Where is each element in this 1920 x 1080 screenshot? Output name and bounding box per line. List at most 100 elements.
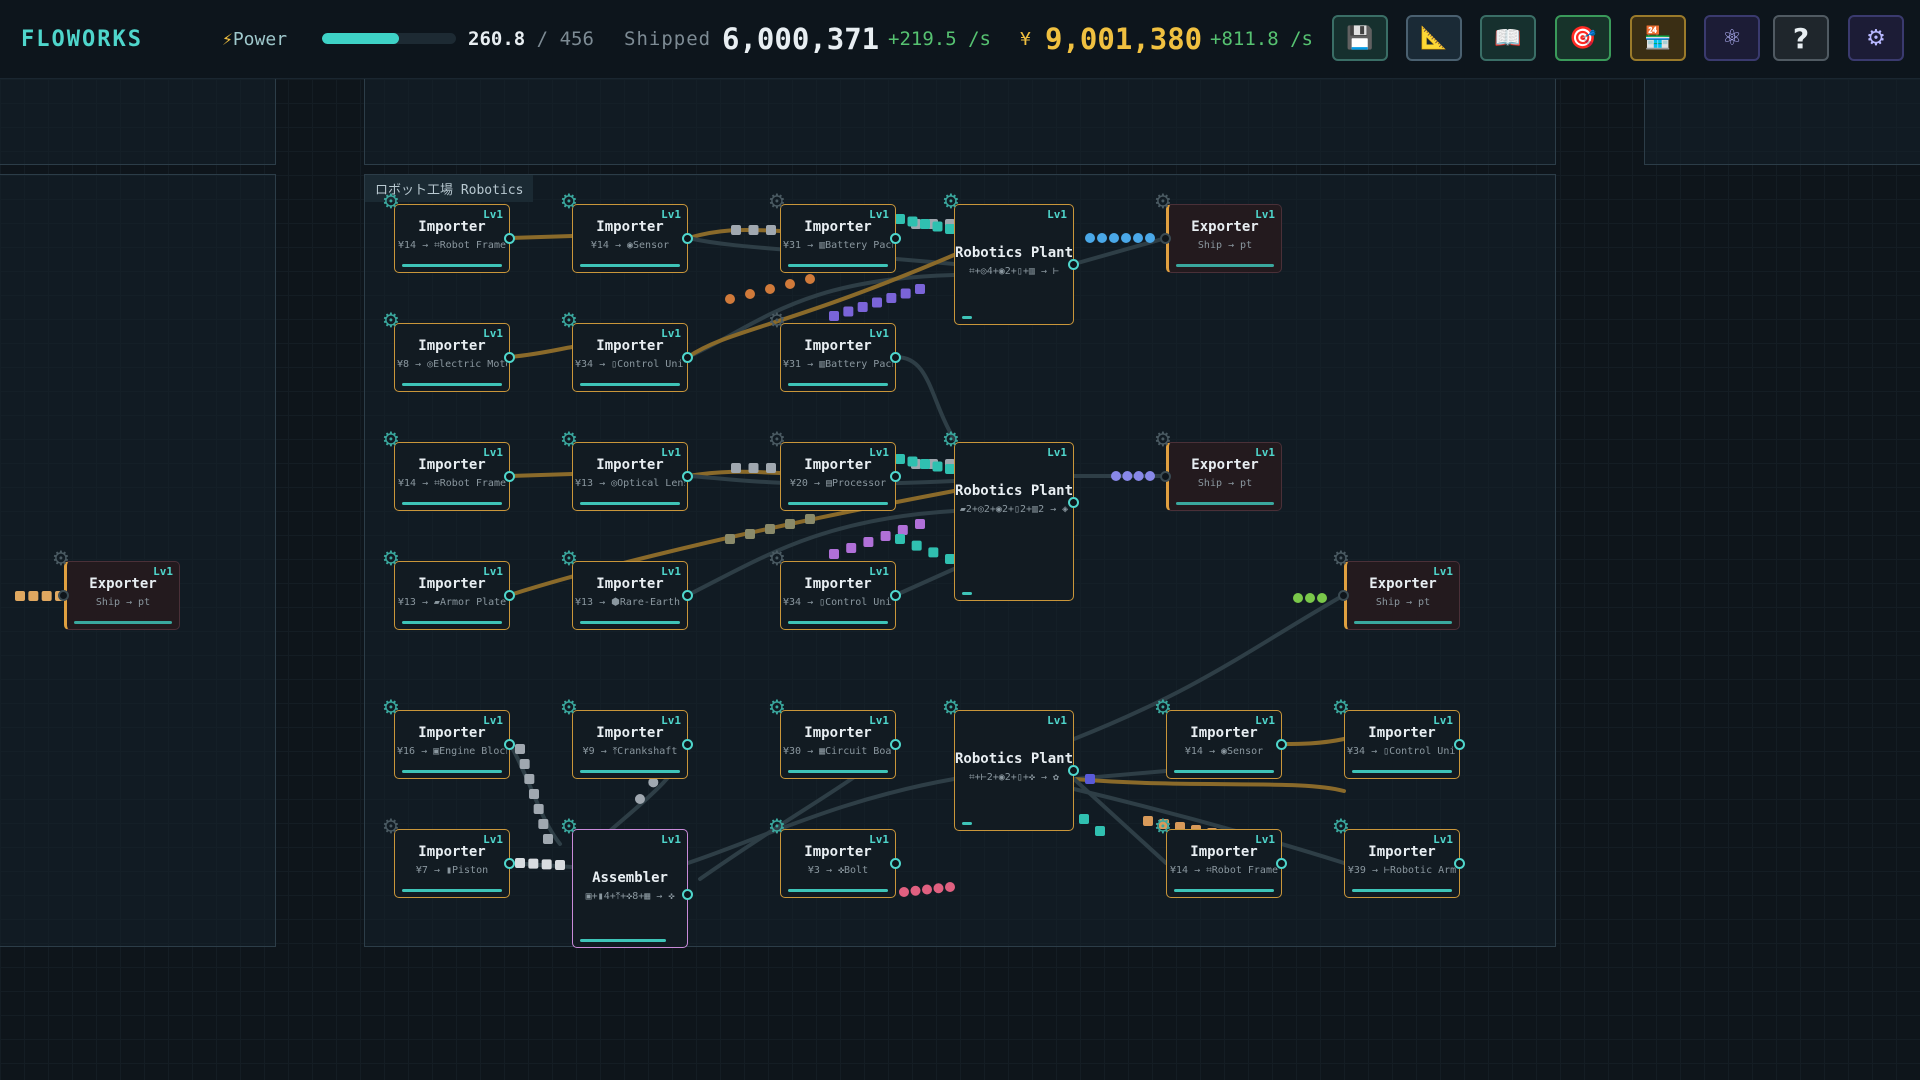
gear-icon[interactable]: ⚙ — [1332, 548, 1350, 568]
output-port[interactable] — [890, 233, 901, 244]
item-dot — [1079, 814, 1089, 824]
importer-node[interactable]: Lv1 Importer ¥14 → ⌗Robot Frame — [394, 204, 510, 273]
gear-icon[interactable]: ⚙ — [560, 429, 578, 449]
output-port[interactable] — [682, 352, 693, 363]
output-port[interactable] — [890, 739, 901, 750]
output-port[interactable] — [890, 590, 901, 601]
importer-node[interactable]: Lv1 Importer ¥9 → ⤒Crankshaft — [572, 710, 688, 779]
factory-canvas[interactable]: ロボット工場 Robotics Lv1 Importer ¥14 → ⌗Robot … — [0, 79, 1920, 1080]
gear-icon[interactable]: ⚙ — [1154, 697, 1172, 717]
output-port[interactable] — [1454, 739, 1465, 750]
importer-node[interactable]: Lv1 Importer ¥3 → ✜Bolt — [780, 829, 896, 898]
shop-button[interactable]: 🏪 — [1630, 15, 1686, 61]
output-port[interactable] — [1068, 765, 1079, 776]
output-port[interactable] — [682, 233, 693, 244]
output-port[interactable] — [682, 590, 693, 601]
item-dot — [765, 284, 775, 294]
gear-icon[interactable]: ⚙ — [560, 191, 578, 211]
importer-node[interactable]: Lv1 Importer ¥34 → ▯Control Unit — [780, 561, 896, 630]
item-dot — [915, 284, 925, 294]
gear-icon[interactable]: ⚙ — [1154, 816, 1172, 836]
importer-node[interactable]: Lv1 Importer ¥31 → ▥Battery Pack — [780, 323, 896, 392]
gear-icon[interactable]: ⚙ — [768, 816, 786, 836]
input-port[interactable] — [1160, 233, 1171, 244]
output-port[interactable] — [890, 858, 901, 869]
gear-icon[interactable]: ⚙ — [768, 191, 786, 211]
output-port[interactable] — [682, 889, 693, 900]
gear-icon[interactable]: ⚙ — [768, 697, 786, 717]
gear-icon[interactable]: ⚙ — [768, 310, 786, 330]
output-port[interactable] — [1454, 858, 1465, 869]
output-port[interactable] — [890, 471, 901, 482]
robotics-plant-node[interactable]: Lv1 Robotics Plant ▰2+◎2+◉2+▯2+▥2 → ◈ — [954, 442, 1074, 601]
gear-icon[interactable]: ⚙ — [382, 310, 400, 330]
gear-icon[interactable]: ⚙ — [382, 548, 400, 568]
gear-icon[interactable]: ⚙ — [52, 548, 70, 568]
output-port[interactable] — [504, 233, 515, 244]
importer-node[interactable]: Lv1 Importer ¥34 → ▯Control Unit — [1344, 710, 1460, 779]
input-port[interactable] — [58, 590, 69, 601]
gear-icon[interactable]: ⚙ — [768, 429, 786, 449]
gear-icon[interactable]: ⚙ — [942, 191, 960, 211]
gear-icon[interactable]: ⚙ — [382, 697, 400, 717]
exporter-node[interactable]: Lv1 Exporter Ship → pt — [1344, 561, 1460, 630]
goals-button[interactable]: 🎯 — [1555, 15, 1611, 61]
gear-icon[interactable]: ⚙ — [560, 697, 578, 717]
output-port[interactable] — [1068, 259, 1079, 270]
exporter-node[interactable]: Lv1 Exporter Ship → pt — [1166, 204, 1282, 273]
output-port[interactable] — [890, 352, 901, 363]
gear-icon[interactable]: ⚙ — [1332, 697, 1350, 717]
book-button[interactable]: 📖 — [1480, 15, 1536, 61]
gear-icon[interactable]: ⚙ — [768, 548, 786, 568]
settings-button[interactable]: ⚙ — [1848, 15, 1904, 61]
output-port[interactable] — [682, 739, 693, 750]
gear-icon[interactable]: ⚙ — [382, 429, 400, 449]
blueprint-button[interactable]: 📐 — [1406, 15, 1462, 61]
gear-icon[interactable]: ⚙ — [942, 429, 960, 449]
help-button[interactable]: ? — [1773, 15, 1829, 61]
output-port[interactable] — [1276, 858, 1287, 869]
output-port[interactable] — [682, 471, 693, 482]
gear-icon[interactable]: ⚙ — [560, 816, 578, 836]
input-port[interactable] — [1160, 471, 1171, 482]
gear-icon[interactable]: ⚙ — [560, 548, 578, 568]
importer-node[interactable]: Lv1 Importer ¥13 → ◎Optical Lens — [572, 442, 688, 511]
assembler-node[interactable]: Lv1 Assembler ▣+▮4+⤒+✜8+▦ → ✜ — [572, 829, 688, 948]
importer-node[interactable]: Lv1 Importer ¥20 → ▤Processor — [780, 442, 896, 511]
item-dot — [725, 534, 735, 544]
importer-node[interactable]: Lv1 Importer ¥13 → ▰Armor Plate — [394, 561, 510, 630]
output-port[interactable] — [504, 471, 515, 482]
exporter-node[interactable]: Lv1 Exporter Ship → pt — [64, 561, 180, 630]
output-port[interactable] — [1068, 497, 1079, 508]
output-port[interactable] — [1276, 739, 1287, 750]
robotics-plant-node[interactable]: Lv1 Robotics Plant ⌗+⊢2+◉2+▯+✜ → ✿ — [954, 710, 1074, 831]
importer-node[interactable]: Lv1 Importer ¥39 → ⊢Robotic Arm — [1344, 829, 1460, 898]
importer-node[interactable]: Lv1 Importer ¥31 → ▥Battery Pack — [780, 204, 896, 273]
exporter-node[interactable]: Lv1 Exporter Ship → pt — [1166, 442, 1282, 511]
importer-node[interactable]: Lv1 Importer ¥14 → ◉Sensor — [1166, 710, 1282, 779]
importer-node[interactable]: Lv1 Importer ¥14 → ⌗Robot Frame — [1166, 829, 1282, 898]
importer-node[interactable]: Lv1Importer¥13 → ⬢Rare-Earth Magnet — [572, 561, 688, 630]
save-button[interactable]: 💾 — [1332, 15, 1388, 61]
importer-node[interactable]: Lv1 Importer ¥14 → ◉Sensor — [572, 204, 688, 273]
gear-icon[interactable]: ⚙ — [382, 816, 400, 836]
importer-node[interactable]: Lv1 Importer ¥34 → ▯Control Unit — [572, 323, 688, 392]
gear-icon[interactable]: ⚙ — [942, 697, 960, 717]
gear-icon[interactable]: ⚙ — [382, 191, 400, 211]
importer-node[interactable]: Lv1 Importer ¥14 → ⌗Robot Frame — [394, 442, 510, 511]
gear-icon[interactable]: ⚙ — [1154, 429, 1172, 449]
importer-node[interactable]: Lv1 Importer ¥16 → ▣Engine Block — [394, 710, 510, 779]
gear-icon[interactable]: ⚙ — [1332, 816, 1350, 836]
importer-node[interactable]: Lv1 Importer ¥8 → ◎Electric Motor — [394, 323, 510, 392]
importer-node[interactable]: Lv1 Importer ¥7 → ▮Piston — [394, 829, 510, 898]
output-port[interactable] — [504, 352, 515, 363]
importer-node[interactable]: Lv1 Importer ¥30 → ▦Circuit Board — [780, 710, 896, 779]
input-port[interactable] — [1338, 590, 1349, 601]
robotics-plant-node[interactable]: Lv1 Robotics Plant ⌗+◎4+◉2+▯+▥ → ⊢ — [954, 204, 1074, 325]
gear-icon[interactable]: ⚙ — [560, 310, 578, 330]
output-port[interactable] — [504, 858, 515, 869]
output-port[interactable] — [504, 739, 515, 750]
output-port[interactable] — [504, 590, 515, 601]
research-button[interactable]: ⚛ — [1704, 15, 1760, 61]
gear-icon[interactable]: ⚙ — [1154, 191, 1172, 211]
